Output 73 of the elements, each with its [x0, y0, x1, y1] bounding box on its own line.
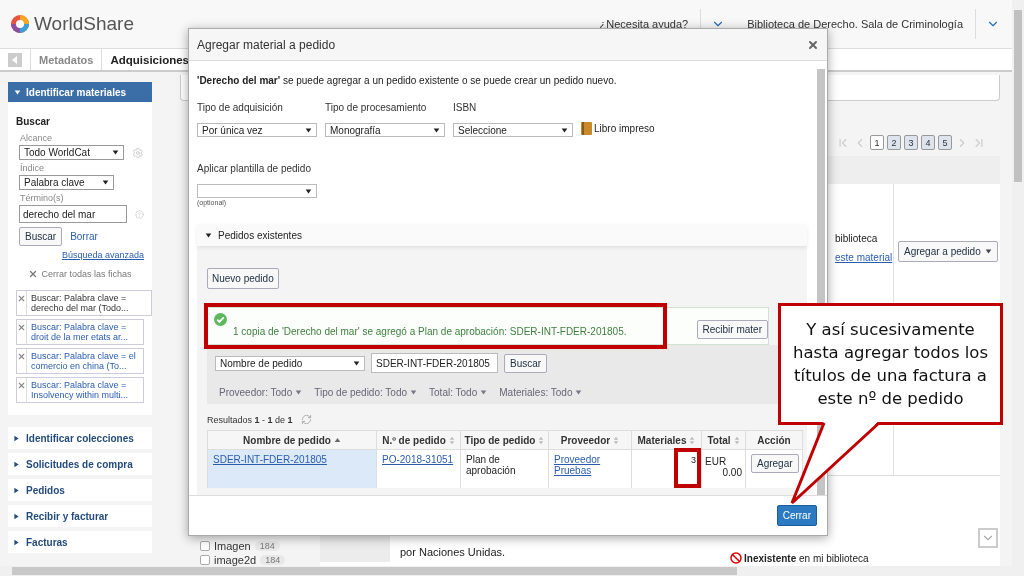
- facet-count: 184: [254, 541, 280, 551]
- page-button[interactable]: 1: [870, 135, 884, 150]
- field-label: Índice: [20, 163, 46, 173]
- close-button[interactable]: Cerrar: [776, 505, 817, 526]
- saved-search-text: Buscar: Palabra clave = droit de la mer etats ar...: [30, 321, 130, 344]
- library-name[interactable]: Biblioteca de Derecho. Sala de Criminología: [735, 18, 975, 30]
- page-button[interactable]: 4: [921, 135, 935, 150]
- search-button[interactable]: Buscar: [504, 353, 548, 373]
- order-search-field[interactable]: SDER-INT-FDER-201805: [371, 353, 498, 373]
- dropdown[interactable]: Por única vez: [197, 123, 317, 137]
- add-to-order-button[interactable]: Agregar a pedido: [898, 241, 998, 262]
- dropdown[interactable]: Monografía: [325, 123, 445, 137]
- saved-search-text: Buscar: Palabra clave = el comercio en china (To...: [30, 350, 137, 373]
- add-button[interactable]: Agregar: [751, 454, 799, 473]
- saved-search[interactable]: Buscar: Palabra clave = droit de la mer etats ar...: [16, 319, 144, 345]
- saved-search-text: Buscar: Palabra clave = derecho del mar (Todo...: [30, 292, 130, 315]
- field-label: Término(s): [20, 193, 65, 203]
- sidebar-section[interactable]: Facturas: [8, 531, 152, 553]
- order-number-link[interactable]: PO-2018-31051: [382, 454, 454, 465]
- page-button[interactable]: 2: [887, 135, 901, 150]
- field-label: ISBN: [453, 102, 478, 113]
- intro-text: 'Derecho del mar' se puede agregar a un pedido existente o se puede crear un pedido nuevo.: [197, 75, 618, 86]
- sidebar-section[interactable]: Pedidos: [8, 479, 152, 501]
- dialog-title: Agregar material a pedido: [197, 37, 336, 52]
- field-label: Aplicar plantilla de pedido: [197, 163, 312, 174]
- logo-text: WorldShare: [34, 13, 134, 35]
- field-label: Alcance: [20, 133, 54, 143]
- panel-header[interactable]: Identificar materiales: [8, 82, 152, 102]
- order-name-link[interactable]: SDER-INT-FDER-201805: [213, 454, 327, 465]
- filter-dropdown[interactable]: Tipo de pedido: Todo: [314, 387, 430, 398]
- help-link[interactable]: ¿Necesita ayuda?: [587, 18, 701, 30]
- new-order-button[interactable]: Nuevo pedido: [207, 268, 279, 289]
- scope-dropdown[interactable]: Todo WorldCat: [19, 145, 125, 160]
- filter-dropdown[interactable]: Materiales: Todo: [499, 387, 595, 398]
- close-all-link[interactable]: Cerrar todas las fichas: [41, 269, 132, 279]
- clear-link[interactable]: Borrar: [70, 231, 98, 242]
- message-text: 1 copia de 'Derecho del mar' se agregó a Plan de aprobación: SDER-INT-FDER-201805.: [233, 325, 627, 337]
- dropdown[interactable]: Seleccione: [453, 123, 573, 137]
- search-heading: Buscar: [16, 116, 51, 127]
- receive-button[interactable]: Recibir mater: [696, 319, 768, 339]
- sidebar-section[interactable]: Solicitudes de compra: [8, 453, 152, 475]
- field-label: Tipo de procesamiento: [325, 102, 428, 113]
- facet-label: image2d: [214, 554, 257, 566]
- search-field[interactable]: derecho del mar: [19, 205, 127, 223]
- order-type: Plan de aprobación: [466, 454, 516, 476]
- supplier-link[interactable]: Proveedor Pruebas: [554, 454, 626, 476]
- facet-label: Imagen: [214, 540, 251, 552]
- saved-search[interactable]: Buscar: Palabra clave = el comercio en china (To...: [16, 348, 144, 374]
- index-dropdown[interactable]: Palabra clave: [19, 175, 114, 190]
- advanced-search-link[interactable]: Búsqueda avanzada: [61, 250, 144, 260]
- sidebar-section[interactable]: Recibir y facturar: [8, 505, 152, 527]
- search-button[interactable]: Buscar: [19, 227, 63, 246]
- search-by-dropdown[interactable]: Nombre de pedido: [215, 355, 365, 371]
- holding-status: biblioteca: [835, 233, 879, 244]
- section-header[interactable]: Pedidos existentes: [197, 224, 807, 246]
- field-label: Tipo de adquisición: [197, 102, 284, 113]
- filter-dropdown[interactable]: Total: Todo: [429, 387, 500, 398]
- author-text: por Naciones Unidas.: [400, 546, 507, 558]
- holding-status: Inexistente en mi biblioteca: [744, 553, 869, 564]
- results-summary: Resultados 1 - 1 de 1: [207, 414, 293, 425]
- saved-search[interactable]: Buscar: Palabra clave = Insolvency within multi...: [16, 377, 144, 403]
- facet-count: 184: [260, 555, 286, 565]
- sidebar-section[interactable]: Identificar colecciones: [8, 427, 152, 449]
- material-link[interactable]: este material: [835, 252, 893, 263]
- amount: 0.00: [722, 467, 742, 478]
- format-label: Libro impreso: [594, 123, 655, 134]
- filter-dropdown[interactable]: Proveedor: Todo: [219, 387, 315, 398]
- page-button[interactable]: 3: [904, 135, 918, 150]
- saved-search[interactable]: Buscar: Palabra clave = derecho del mar (Todo...: [16, 290, 152, 316]
- item-count: 3: [691, 455, 696, 465]
- page-button[interactable]: 5: [938, 135, 952, 150]
- saved-search-text: Buscar: Palabra clave = Insolvency within multi...: [30, 379, 130, 402]
- currency: EUR: [705, 456, 728, 467]
